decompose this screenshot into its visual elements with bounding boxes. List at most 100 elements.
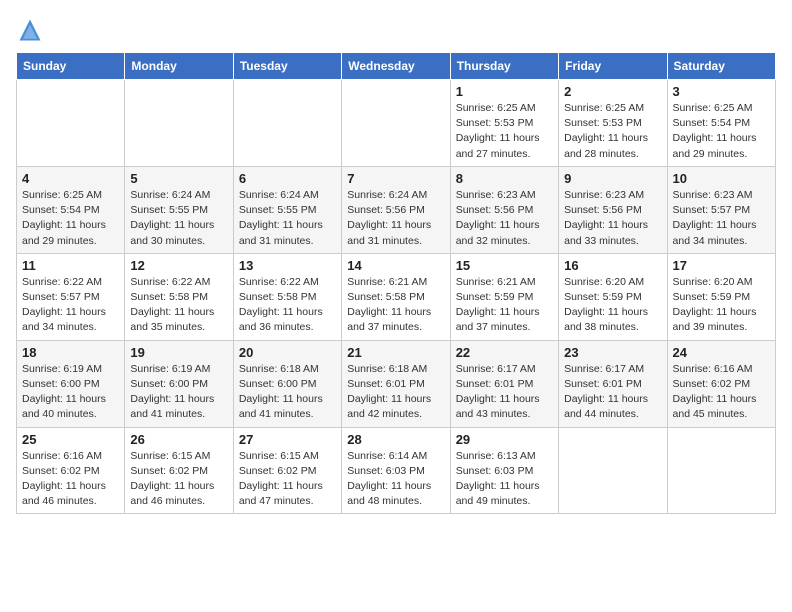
calendar-cell: 8 Sunrise: 6:23 AM Sunset: 5:56 PM Daylig… xyxy=(450,166,558,253)
day-number: 6 xyxy=(239,171,336,186)
calendar-cell: 26 Sunrise: 6:15 AM Sunset: 6:02 PM Dayli… xyxy=(125,427,233,514)
calendar-cell: 16 Sunrise: 6:20 AM Sunset: 5:59 PM Dayli… xyxy=(559,253,667,340)
day-number: 8 xyxy=(456,171,553,186)
day-number: 11 xyxy=(22,258,119,273)
calendar-cell: 15 Sunrise: 6:21 AM Sunset: 5:59 PM Dayli… xyxy=(450,253,558,340)
calendar-cell: 21 Sunrise: 6:18 AM Sunset: 6:01 PM Dayli… xyxy=(342,340,450,427)
day-number: 15 xyxy=(456,258,553,273)
calendar-cell: 11 Sunrise: 6:22 AM Sunset: 5:57 PM Dayli… xyxy=(17,253,125,340)
day-number: 23 xyxy=(564,345,661,360)
day-info: Sunrise: 6:25 AM Sunset: 5:53 PM Dayligh… xyxy=(564,101,661,162)
day-number: 17 xyxy=(673,258,770,273)
calendar-cell: 27 Sunrise: 6:15 AM Sunset: 6:02 PM Dayli… xyxy=(233,427,341,514)
day-info: Sunrise: 6:19 AM Sunset: 6:00 PM Dayligh… xyxy=(130,362,227,423)
day-info: Sunrise: 6:23 AM Sunset: 5:56 PM Dayligh… xyxy=(456,188,553,249)
calendar-cell: 1 Sunrise: 6:25 AM Sunset: 5:53 PM Daylig… xyxy=(450,80,558,167)
day-info: Sunrise: 6:23 AM Sunset: 5:56 PM Dayligh… xyxy=(564,188,661,249)
day-number: 27 xyxy=(239,432,336,447)
day-info: Sunrise: 6:25 AM Sunset: 5:54 PM Dayligh… xyxy=(22,188,119,249)
day-info: Sunrise: 6:21 AM Sunset: 5:59 PM Dayligh… xyxy=(456,275,553,336)
day-number: 18 xyxy=(22,345,119,360)
day-number: 28 xyxy=(347,432,444,447)
calendar-cell: 13 Sunrise: 6:22 AM Sunset: 5:58 PM Dayli… xyxy=(233,253,341,340)
day-info: Sunrise: 6:16 AM Sunset: 6:02 PM Dayligh… xyxy=(673,362,770,423)
day-info: Sunrise: 6:24 AM Sunset: 5:56 PM Dayligh… xyxy=(347,188,444,249)
calendar-cell: 23 Sunrise: 6:17 AM Sunset: 6:01 PM Dayli… xyxy=(559,340,667,427)
calendar-cell: 14 Sunrise: 6:21 AM Sunset: 5:58 PM Dayli… xyxy=(342,253,450,340)
calendar-cell: 2 Sunrise: 6:25 AM Sunset: 5:53 PM Daylig… xyxy=(559,80,667,167)
calendar-cell: 20 Sunrise: 6:18 AM Sunset: 6:00 PM Dayli… xyxy=(233,340,341,427)
day-number: 13 xyxy=(239,258,336,273)
day-number: 29 xyxy=(456,432,553,447)
day-info: Sunrise: 6:23 AM Sunset: 5:57 PM Dayligh… xyxy=(673,188,770,249)
day-info: Sunrise: 6:24 AM Sunset: 5:55 PM Dayligh… xyxy=(130,188,227,249)
calendar-header-row: SundayMondayTuesdayWednesdayThursdayFrid… xyxy=(17,53,776,80)
calendar-cell: 12Sunrise: 6:22 AM Sunset: 5:58 PM Dayli… xyxy=(125,253,233,340)
day-number: 5 xyxy=(130,171,227,186)
day-info: Sunrise: 6:18 AM Sunset: 6:01 PM Dayligh… xyxy=(347,362,444,423)
day-number: 4 xyxy=(22,171,119,186)
calendar-cell: 4 Sunrise: 6:25 AM Sunset: 5:54 PM Daylig… xyxy=(17,166,125,253)
calendar-week-row: 18 Sunrise: 6:19 AM Sunset: 6:00 PM Dayli… xyxy=(17,340,776,427)
day-info: Sunrise: 6:25 AM Sunset: 5:54 PM Dayligh… xyxy=(673,101,770,162)
calendar-cell: 17Sunrise: 6:20 AM Sunset: 5:59 PM Dayli… xyxy=(667,253,775,340)
day-number: 16 xyxy=(564,258,661,273)
day-number: 20 xyxy=(239,345,336,360)
day-info: Sunrise: 6:15 AM Sunset: 6:02 PM Dayligh… xyxy=(239,449,336,510)
day-number: 14 xyxy=(347,258,444,273)
day-number: 21 xyxy=(347,345,444,360)
day-info: Sunrise: 6:15 AM Sunset: 6:02 PM Dayligh… xyxy=(130,449,227,510)
calendar-cell: 7 Sunrise: 6:24 AM Sunset: 5:56 PM Daylig… xyxy=(342,166,450,253)
day-info: Sunrise: 6:21 AM Sunset: 5:58 PM Dayligh… xyxy=(347,275,444,336)
day-number: 2 xyxy=(564,84,661,99)
logo xyxy=(16,16,48,44)
day-info: Sunrise: 6:24 AM Sunset: 5:55 PM Dayligh… xyxy=(239,188,336,249)
day-info: Sunrise: 6:16 AM Sunset: 6:02 PM Dayligh… xyxy=(22,449,119,510)
day-info: Sunrise: 6:20 AM Sunset: 5:59 PM Dayligh… xyxy=(564,275,661,336)
calendar-cell: 9 Sunrise: 6:23 AM Sunset: 5:56 PM Daylig… xyxy=(559,166,667,253)
calendar-cell: 5 Sunrise: 6:24 AM Sunset: 5:55 PM Daylig… xyxy=(125,166,233,253)
calendar-table: SundayMondayTuesdayWednesdayThursdayFrid… xyxy=(16,52,776,514)
calendar-cell: 6 Sunrise: 6:24 AM Sunset: 5:55 PM Daylig… xyxy=(233,166,341,253)
column-header-tuesday: Tuesday xyxy=(233,53,341,80)
day-info: Sunrise: 6:17 AM Sunset: 6:01 PM Dayligh… xyxy=(456,362,553,423)
calendar-week-row: 11 Sunrise: 6:22 AM Sunset: 5:57 PM Dayli… xyxy=(17,253,776,340)
logo-icon xyxy=(16,16,44,44)
day-info: Sunrise: 6:25 AM Sunset: 5:53 PM Dayligh… xyxy=(456,101,553,162)
calendar-cell: 3 Sunrise: 6:25 AM Sunset: 5:54 PM Daylig… xyxy=(667,80,775,167)
day-number: 19 xyxy=(130,345,227,360)
day-number: 25 xyxy=(22,432,119,447)
calendar-week-row: 4 Sunrise: 6:25 AM Sunset: 5:54 PM Daylig… xyxy=(17,166,776,253)
day-number: 26 xyxy=(130,432,227,447)
day-info: Sunrise: 6:22 AM Sunset: 5:58 PM Dayligh… xyxy=(239,275,336,336)
day-info: Sunrise: 6:14 AM Sunset: 6:03 PM Dayligh… xyxy=(347,449,444,510)
day-number: 10 xyxy=(673,171,770,186)
calendar-week-row: 1 Sunrise: 6:25 AM Sunset: 5:53 PM Daylig… xyxy=(17,80,776,167)
page-header xyxy=(16,16,776,44)
calendar-cell: 10 Sunrise: 6:23 AM Sunset: 5:57 PM Dayli… xyxy=(667,166,775,253)
calendar-cell xyxy=(667,427,775,514)
calendar-cell: 28 Sunrise: 6:14 AM Sunset: 6:03 PM Dayli… xyxy=(342,427,450,514)
day-info: Sunrise: 6:18 AM Sunset: 6:00 PM Dayligh… xyxy=(239,362,336,423)
calendar-week-row: 25 Sunrise: 6:16 AM Sunset: 6:02 PM Dayli… xyxy=(17,427,776,514)
day-number: 7 xyxy=(347,171,444,186)
day-number: 9 xyxy=(564,171,661,186)
day-info: Sunrise: 6:13 AM Sunset: 6:03 PM Dayligh… xyxy=(456,449,553,510)
day-number: 1 xyxy=(456,84,553,99)
calendar-cell: 24Sunrise: 6:16 AM Sunset: 6:02 PM Dayli… xyxy=(667,340,775,427)
column-header-monday: Monday xyxy=(125,53,233,80)
calendar-cell xyxy=(233,80,341,167)
day-number: 3 xyxy=(673,84,770,99)
day-info: Sunrise: 6:22 AM Sunset: 5:58 PM Dayligh… xyxy=(130,275,227,336)
calendar-cell: 29 Sunrise: 6:13 AM Sunset: 6:03 PM Dayli… xyxy=(450,427,558,514)
calendar-cell xyxy=(125,80,233,167)
day-info: Sunrise: 6:17 AM Sunset: 6:01 PM Dayligh… xyxy=(564,362,661,423)
column-header-saturday: Saturday xyxy=(667,53,775,80)
day-info: Sunrise: 6:19 AM Sunset: 6:00 PM Dayligh… xyxy=(22,362,119,423)
column-header-sunday: Sunday xyxy=(17,53,125,80)
calendar-cell xyxy=(17,80,125,167)
day-number: 22 xyxy=(456,345,553,360)
calendar-cell xyxy=(342,80,450,167)
day-info: Sunrise: 6:22 AM Sunset: 5:57 PM Dayligh… xyxy=(22,275,119,336)
calendar-cell: 22 Sunrise: 6:17 AM Sunset: 6:01 PM Dayli… xyxy=(450,340,558,427)
